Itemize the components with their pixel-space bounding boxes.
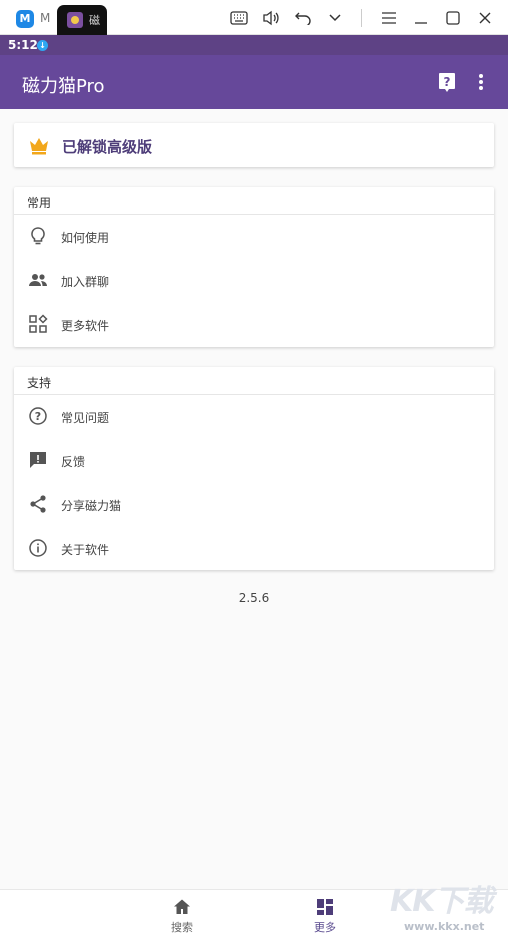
menu-item-label: 常见问题 (61, 411, 110, 425)
emulator-app-icon[interactable]: M (16, 10, 34, 28)
menu-item-label: 更多软件 (61, 319, 110, 333)
section-title: 支持 (27, 376, 52, 390)
more-vert-icon[interactable] (471, 72, 491, 92)
undo-icon[interactable] (292, 8, 314, 28)
home-icon (173, 898, 191, 916)
menu-item-join-group[interactable]: 加入群聊 (14, 259, 494, 303)
menu-item-share[interactable]: 分享磁力猫 (14, 483, 494, 527)
watermark-url: www.kkx.net (404, 920, 485, 933)
magnet-cat-app-icon (67, 12, 83, 28)
notification-icon: ↓ (37, 40, 48, 51)
nav-tab-more[interactable]: 更多 (285, 890, 365, 936)
close-icon[interactable] (474, 8, 496, 28)
menu-item-label: 分享磁力猫 (61, 499, 122, 513)
watermark: KK下载 www.kkx.net (390, 876, 508, 936)
menu-item-more-apps[interactable]: 更多软件 (14, 303, 494, 347)
menu-item-label: 关于软件 (61, 543, 110, 557)
feedback-icon (28, 450, 48, 470)
nav-tab-label: 更多 (314, 921, 336, 934)
keyboard-icon[interactable] (228, 8, 250, 28)
emulator-title-bar: M M 磁 (0, 0, 508, 35)
menu-item-faq[interactable]: ? 常见问题 (14, 395, 494, 439)
nav-tab-search[interactable]: 搜索 (142, 890, 222, 936)
menu-item-label: 反馈 (61, 455, 86, 469)
premium-label: 已解锁高级版 (62, 138, 153, 156)
maximize-icon[interactable] (442, 8, 464, 28)
dashboard-icon (316, 898, 334, 916)
app-bar: 磁力猫Pro ? (0, 55, 508, 109)
watermark-logo: KK下载 (390, 884, 493, 919)
emulator-app-label[interactable]: M (40, 11, 50, 25)
lightbulb-icon (28, 226, 48, 246)
menu-item-feedback[interactable]: 反馈 (14, 439, 494, 483)
help-icon[interactable]: ? (437, 72, 457, 92)
share-icon (28, 494, 48, 514)
status-time: 5:12 (8, 38, 38, 52)
help-circle-icon: ? (28, 406, 48, 426)
chevron-down-icon[interactable] (324, 8, 346, 28)
crown-icon (28, 135, 50, 155)
app-version: 2.5.6 (238, 591, 270, 605)
minimize-icon[interactable] (410, 8, 432, 28)
emulator-tab-label: 磁 (89, 14, 100, 27)
menu-item-how-to-use[interactable]: 如何使用 (14, 215, 494, 259)
section-title: 常用 (27, 196, 52, 210)
info-icon (28, 538, 48, 558)
section-header: 常用 (14, 187, 494, 215)
apps-icon (28, 314, 48, 334)
app-title: 磁力猫Pro (22, 76, 105, 97)
menu-item-label: 加入群聊 (61, 275, 110, 289)
status-bar: 5:12 ↓ (0, 35, 508, 55)
premium-card[interactable]: 已解锁高级版 (14, 123, 494, 167)
toolbar-divider (361, 9, 362, 27)
section-support: 支持 ? 常见问题 反馈 分享磁力猫 关于软件 (14, 367, 494, 570)
nav-tab-label: 搜索 (171, 921, 193, 934)
section-common: 常用 如何使用 加入群聊 更多软件 (14, 187, 494, 347)
menu-item-about[interactable]: 关于软件 (14, 527, 494, 571)
menu-item-label: 如何使用 (61, 231, 110, 245)
main-content: 已解锁高级版 常用 如何使用 加入群聊 更多软件 支持 ? 常见问题 反馈 分享… (0, 109, 508, 889)
svg-text:?: ? (444, 75, 451, 89)
menu-icon[interactable] (378, 8, 400, 28)
group-icon (28, 270, 48, 290)
section-header: 支持 (14, 367, 494, 395)
svg-text:?: ? (35, 410, 41, 423)
emulator-active-tab[interactable]: 磁 (57, 5, 107, 35)
volume-icon[interactable] (260, 8, 282, 28)
